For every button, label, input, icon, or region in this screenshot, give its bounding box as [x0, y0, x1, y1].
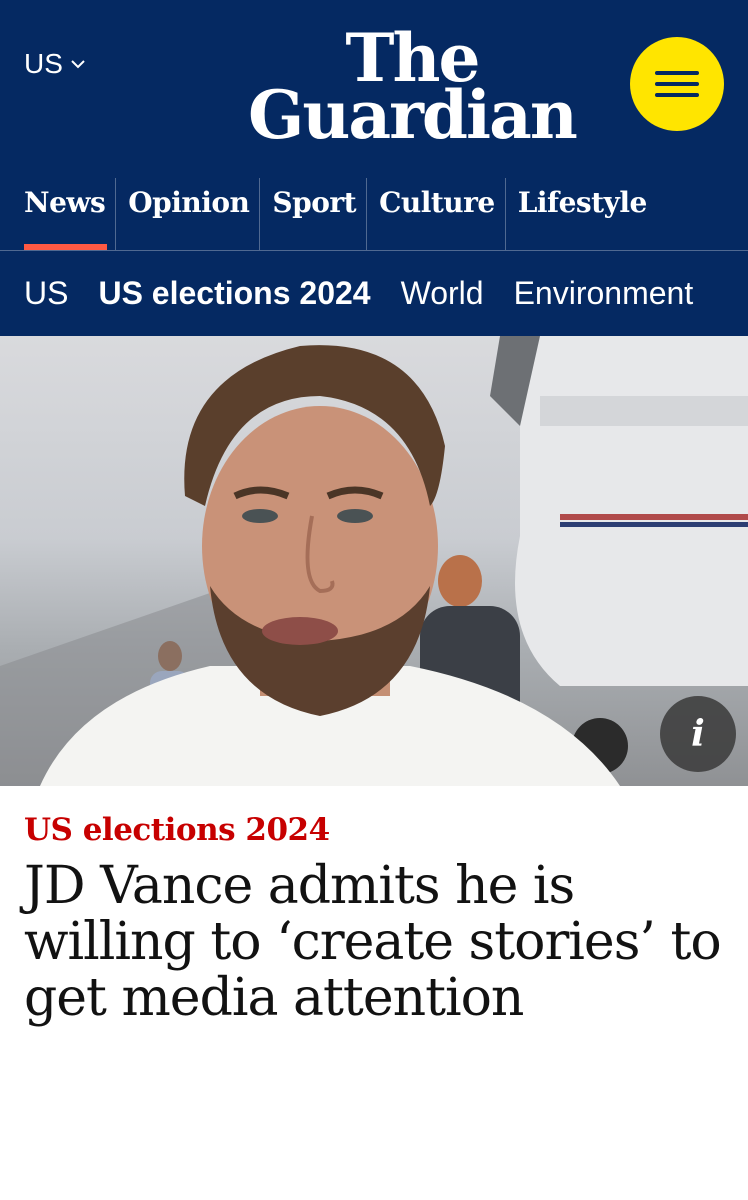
hamburger-icon-line	[655, 82, 699, 86]
pillar-opinion[interactable]: Opinion	[116, 178, 261, 250]
subnav-item-us-elections-2024[interactable]: US elections 2024	[98, 275, 370, 312]
logo-line-2: Guardian	[248, 75, 578, 154]
article-kicker[interactable]: US elections 2024	[24, 812, 724, 848]
pillar-lifestyle[interactable]: Lifestyle	[506, 178, 657, 250]
hero-photo	[0, 336, 748, 786]
pillar-label: Culture	[379, 186, 495, 219]
guardian-logo[interactable]: The Guardian	[248, 25, 578, 154]
subnav-item-us[interactable]: US	[24, 275, 68, 312]
subnav-item-world[interactable]: World	[401, 275, 484, 312]
article-header: US elections 2024 JD Vance admits he is …	[0, 786, 748, 1026]
pillar-label: Sport	[272, 186, 357, 219]
hamburger-icon-line	[655, 93, 699, 97]
chevron-down-icon	[71, 60, 85, 69]
pillar-nav: News Opinion Sport Culture Lifestyle	[0, 178, 657, 250]
masthead: US The Guardian News Opinion Sport Cultu…	[0, 0, 748, 250]
info-icon: i	[691, 713, 705, 755]
pillar-sport[interactable]: Sport	[260, 178, 368, 250]
sub-nav: US US elections 2024 World Environment	[0, 250, 748, 336]
pillar-label: Opinion	[128, 186, 250, 219]
pillar-news[interactable]: News	[0, 178, 117, 250]
image-info-button[interactable]: i	[660, 696, 736, 772]
pillar-culture[interactable]: Culture	[367, 178, 506, 250]
hero-image: i	[0, 336, 748, 786]
subnav-fade	[688, 251, 748, 336]
menu-button[interactable]	[630, 37, 724, 131]
edition-label: US	[24, 48, 63, 79]
subnav-item-environment[interactable]: Environment	[514, 275, 694, 312]
hamburger-icon	[655, 71, 699, 75]
pillar-label: Lifestyle	[517, 186, 648, 219]
edition-selector[interactable]: US	[24, 48, 85, 80]
article-headline: JD Vance admits he is willing to ‘create…	[24, 856, 722, 1029]
pillar-label: News	[24, 186, 106, 219]
